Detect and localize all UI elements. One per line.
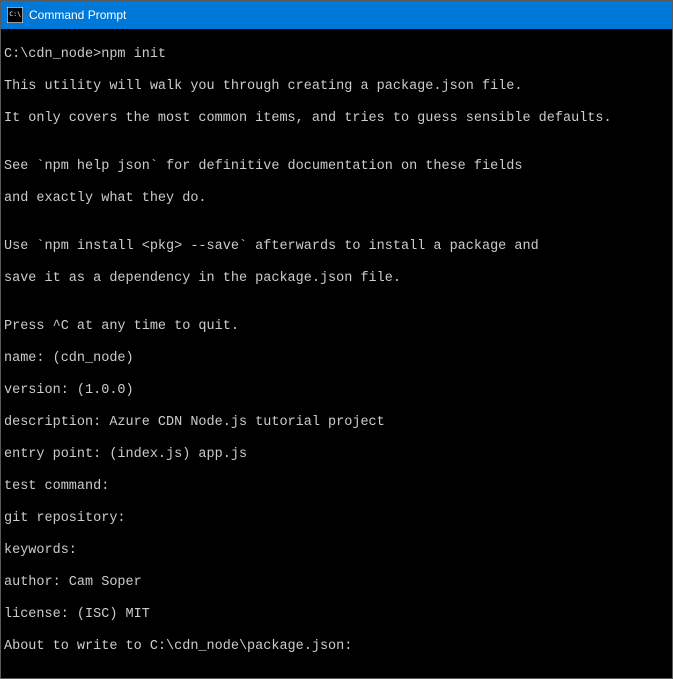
terminal-line: test command: xyxy=(4,479,669,495)
titlebar[interactable]: C:\ Command Prompt xyxy=(1,1,672,29)
terminal-line: Use `npm install <pkg> --save` afterward… xyxy=(4,239,669,255)
svg-text:C:\: C:\ xyxy=(9,10,21,18)
terminal-line: C:\cdn_node>npm init xyxy=(4,47,669,63)
terminal-line: About to write to C:\cdn_node\package.js… xyxy=(4,639,669,655)
terminal-line: license: (ISC) MIT xyxy=(4,607,669,623)
terminal-line: This utility will walk you through creat… xyxy=(4,79,669,95)
cmd-icon: C:\ xyxy=(7,7,23,23)
command-text: npm init xyxy=(101,47,166,62)
prompt-text: C:\cdn_node> xyxy=(4,47,101,62)
terminal-line: and exactly what they do. xyxy=(4,191,669,207)
terminal-line: version: (1.0.0) xyxy=(4,383,669,399)
terminal-line: Press ^C at any time to quit. xyxy=(4,319,669,335)
terminal-line: author: Cam Soper xyxy=(4,575,669,591)
terminal-line: save it as a dependency in the package.j… xyxy=(4,271,669,287)
titlebar-title: Command Prompt xyxy=(29,8,668,22)
terminal-line: See `npm help json` for definitive docum… xyxy=(4,159,669,175)
terminal-line: git repository: xyxy=(4,511,669,527)
terminal-line: name: (cdn_node) xyxy=(4,351,669,367)
terminal-line: It only covers the most common items, an… xyxy=(4,111,669,127)
terminal-output[interactable]: C:\cdn_node>npm init This utility will w… xyxy=(1,29,672,678)
terminal-line: keywords: xyxy=(4,543,669,559)
terminal-line: description: Azure CDN Node.js tutorial … xyxy=(4,415,669,431)
terminal-line: entry point: (index.js) app.js xyxy=(4,447,669,463)
command-prompt-window: C:\ Command Prompt C:\cdn_node>npm init … xyxy=(0,0,673,679)
